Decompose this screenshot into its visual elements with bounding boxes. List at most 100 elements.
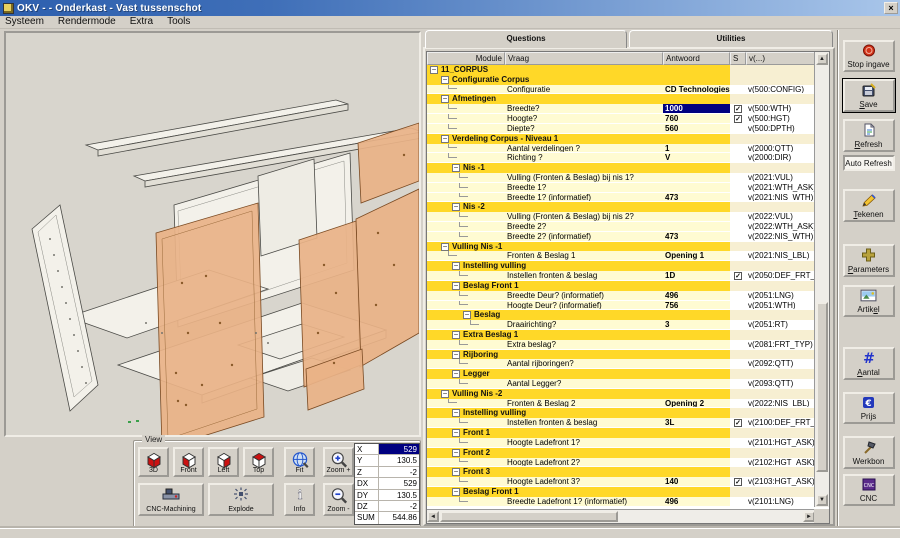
column-header-vraag[interactable]: Vraag	[505, 52, 663, 65]
group-row[interactable]: −Nis -2	[427, 202, 815, 212]
question-row[interactable]: Breedte 1? (informatief)473v(2021:NIS_WT…	[427, 193, 815, 203]
sidebar-button-artikel[interactable]: Artikel	[843, 285, 895, 317]
sidebar-button-stop-ingave[interactable]: Stop ingave	[843, 40, 895, 72]
vertical-scrollbar[interactable]: ▲ ▼	[814, 52, 829, 507]
antwoord-cell[interactable]	[663, 173, 730, 183]
antwoord-cell[interactable]: 1D	[663, 271, 730, 281]
question-row[interactable]: Breedte Ladefront 1? (informatief)496v(2…	[427, 497, 815, 507]
group-row[interactable]: −Legger	[427, 369, 815, 379]
collapse-icon[interactable]: −	[452, 449, 460, 457]
antwoord-cell[interactable]	[663, 438, 730, 448]
column-header-s[interactable]: S	[730, 52, 746, 65]
group-row[interactable]: −Beslag Front 1	[427, 487, 815, 497]
collapse-icon[interactable]: −	[441, 390, 449, 398]
group-row[interactable]: −Rijboring	[427, 350, 815, 360]
antwoord-cell[interactable]: 1	[663, 144, 730, 154]
collapse-icon[interactable]: −	[452, 429, 460, 437]
tab-utilities[interactable]: Utilities	[629, 30, 833, 47]
antwoord-cell[interactable]: 560	[663, 124, 730, 134]
view-button-zoom-out[interactable]: Zoom -	[323, 483, 354, 516]
column-header-v[interactable]: v(...)	[746, 52, 815, 65]
antwoord-cell[interactable]: 140	[663, 477, 730, 487]
antwoord-cell[interactable]: V	[663, 153, 730, 163]
collapse-icon[interactable]: −	[441, 243, 449, 251]
antwoord-cell[interactable]: 496	[663, 291, 730, 301]
question-row[interactable]: Breedte 2? (informatief)473v(2022:NIS_WT…	[427, 232, 815, 242]
collapse-icon[interactable]: −	[452, 282, 460, 290]
group-row[interactable]: −Instelling vulling	[427, 408, 815, 418]
antwoord-cell[interactable]: Opening 2	[663, 399, 730, 409]
sidebar-button-aantal[interactable]: #Aantal	[843, 347, 895, 380]
question-row[interactable]: Hoogte Deur? (informatief)756v(2051:WTH)	[427, 301, 815, 311]
menu-item-rendermode[interactable]: Rendermode	[58, 16, 116, 28]
antwoord-cell[interactable]: 1000	[663, 104, 730, 114]
group-row[interactable]: −Instelling vulling	[427, 261, 815, 271]
view-button-explode[interactable]: Explode	[208, 483, 274, 516]
question-row[interactable]: Vulling (Fronten & Beslag) bij nis 2?v(2…	[427, 212, 815, 222]
scroll-up-icon[interactable]: ▲	[816, 53, 828, 65]
collapse-icon[interactable]: −	[452, 164, 460, 172]
sidebar-button-save[interactable]: Save	[843, 79, 895, 112]
group-row[interactable]: −Extra Beslag 1	[427, 330, 815, 340]
question-row[interactable]: Fronten & Beslag 1Opening 1v(2021:NIS_LB…	[427, 251, 815, 261]
cabinet-3d-viewport[interactable]	[4, 31, 421, 437]
antwoord-cell[interactable]: 3	[663, 320, 730, 330]
menu-item-systeem[interactable]: Systeem	[5, 16, 44, 28]
antwoord-cell[interactable]: Opening 1	[663, 251, 730, 261]
group-row[interactable]: −Front 2	[427, 448, 815, 458]
scroll-left-icon[interactable]: ◄	[427, 511, 439, 522]
question-row[interactable]: Draairichting?3v(2051:RT)	[427, 320, 815, 330]
group-row[interactable]: −Vulling Nis -2	[427, 389, 815, 399]
antwoord-cell[interactable]	[663, 458, 730, 468]
sidebar-button-refresh[interactable]: Refresh	[843, 119, 895, 152]
antwoord-cell[interactable]: 760	[663, 114, 730, 124]
group-row[interactable]: −11_CORPUS	[427, 65, 815, 75]
group-row[interactable]: −Verdeling Corpus - Niveau 1	[427, 134, 815, 144]
antwoord-cell[interactable]: 496	[663, 497, 730, 507]
view-button-fit[interactable]: Fit	[284, 447, 315, 477]
sidebar-button-tekenen[interactable]: Tekenen	[843, 189, 895, 222]
question-row[interactable]: Breedte Deur? (informatief)496v(2051:LNG…	[427, 291, 815, 301]
collapse-icon[interactable]: −	[452, 331, 460, 339]
antwoord-cell[interactable]: CD Technologies	[663, 85, 730, 95]
collapse-icon[interactable]: −	[452, 203, 460, 211]
antwoord-cell[interactable]	[663, 222, 730, 232]
collapse-icon[interactable]: −	[452, 351, 460, 359]
question-row[interactable]: Extra beslag?v(2081:FRT_TYP)	[427, 340, 815, 350]
close-icon[interactable]: ×	[884, 2, 898, 14]
antwoord-cell[interactable]: 3L	[663, 418, 730, 428]
question-row[interactable]: Fronten & Beslag 2Opening 2v(2022:NIS_LB…	[427, 399, 815, 409]
group-row[interactable]: −Beslag	[427, 310, 815, 320]
group-row[interactable]: −Vulling Nis -1	[427, 242, 815, 252]
antwoord-cell[interactable]	[663, 359, 730, 369]
question-row[interactable]: Hoogte Ladefront 2?v(2102:HGT_ASK)	[427, 458, 815, 468]
view-button-left[interactable]: Left	[208, 447, 239, 477]
horizontal-scrollbar[interactable]: ◄ ►	[427, 509, 815, 523]
antwoord-cell[interactable]: 473	[663, 232, 730, 242]
collapse-icon[interactable]: −	[441, 135, 449, 143]
collapse-icon[interactable]: −	[441, 95, 449, 103]
question-row[interactable]: Vulling (Fronten & Beslag) bij nis 1?v(2…	[427, 173, 815, 183]
collapse-icon[interactable]: −	[430, 66, 438, 74]
collapse-icon[interactable]: −	[441, 76, 449, 84]
question-row[interactable]: Breedte 2?v(2022:WTH_ASK)	[427, 222, 815, 232]
antwoord-cell[interactable]: 756	[663, 301, 730, 311]
group-row[interactable]: −Front 1	[427, 428, 815, 438]
question-row[interactable]: Diepte?560v(500:DPTH)	[427, 124, 815, 134]
question-row[interactable]: Aantal rijboringen?v(2092:QTT)	[427, 359, 815, 369]
checkbox-checked-icon[interactable]: ✓	[734, 478, 742, 486]
antwoord-cell[interactable]: 473	[663, 193, 730, 203]
collapse-icon[interactable]: −	[463, 311, 471, 319]
question-row[interactable]: Hoogte Ladefront 3?140✓v(2103:HGT_ASK)	[427, 477, 815, 487]
checkbox-checked-icon[interactable]: ✓	[734, 115, 742, 123]
menu-item-tools[interactable]: Tools	[167, 16, 190, 28]
collapse-icon[interactable]: −	[452, 370, 460, 378]
view-button-3d[interactable]: 3D	[138, 447, 169, 477]
checkbox-checked-icon[interactable]: ✓	[734, 272, 742, 280]
antwoord-cell[interactable]	[663, 183, 730, 193]
scroll-down-icon[interactable]: ▼	[816, 494, 828, 506]
question-row[interactable]: Breedte 1?v(2021:WTH_ASK)	[427, 183, 815, 193]
group-row[interactable]: −Nis -1	[427, 163, 815, 173]
collapse-icon[interactable]: −	[452, 488, 460, 496]
question-row[interactable]: Instellen fronten & beslag3L✓v(2100:DEF_…	[427, 418, 815, 428]
